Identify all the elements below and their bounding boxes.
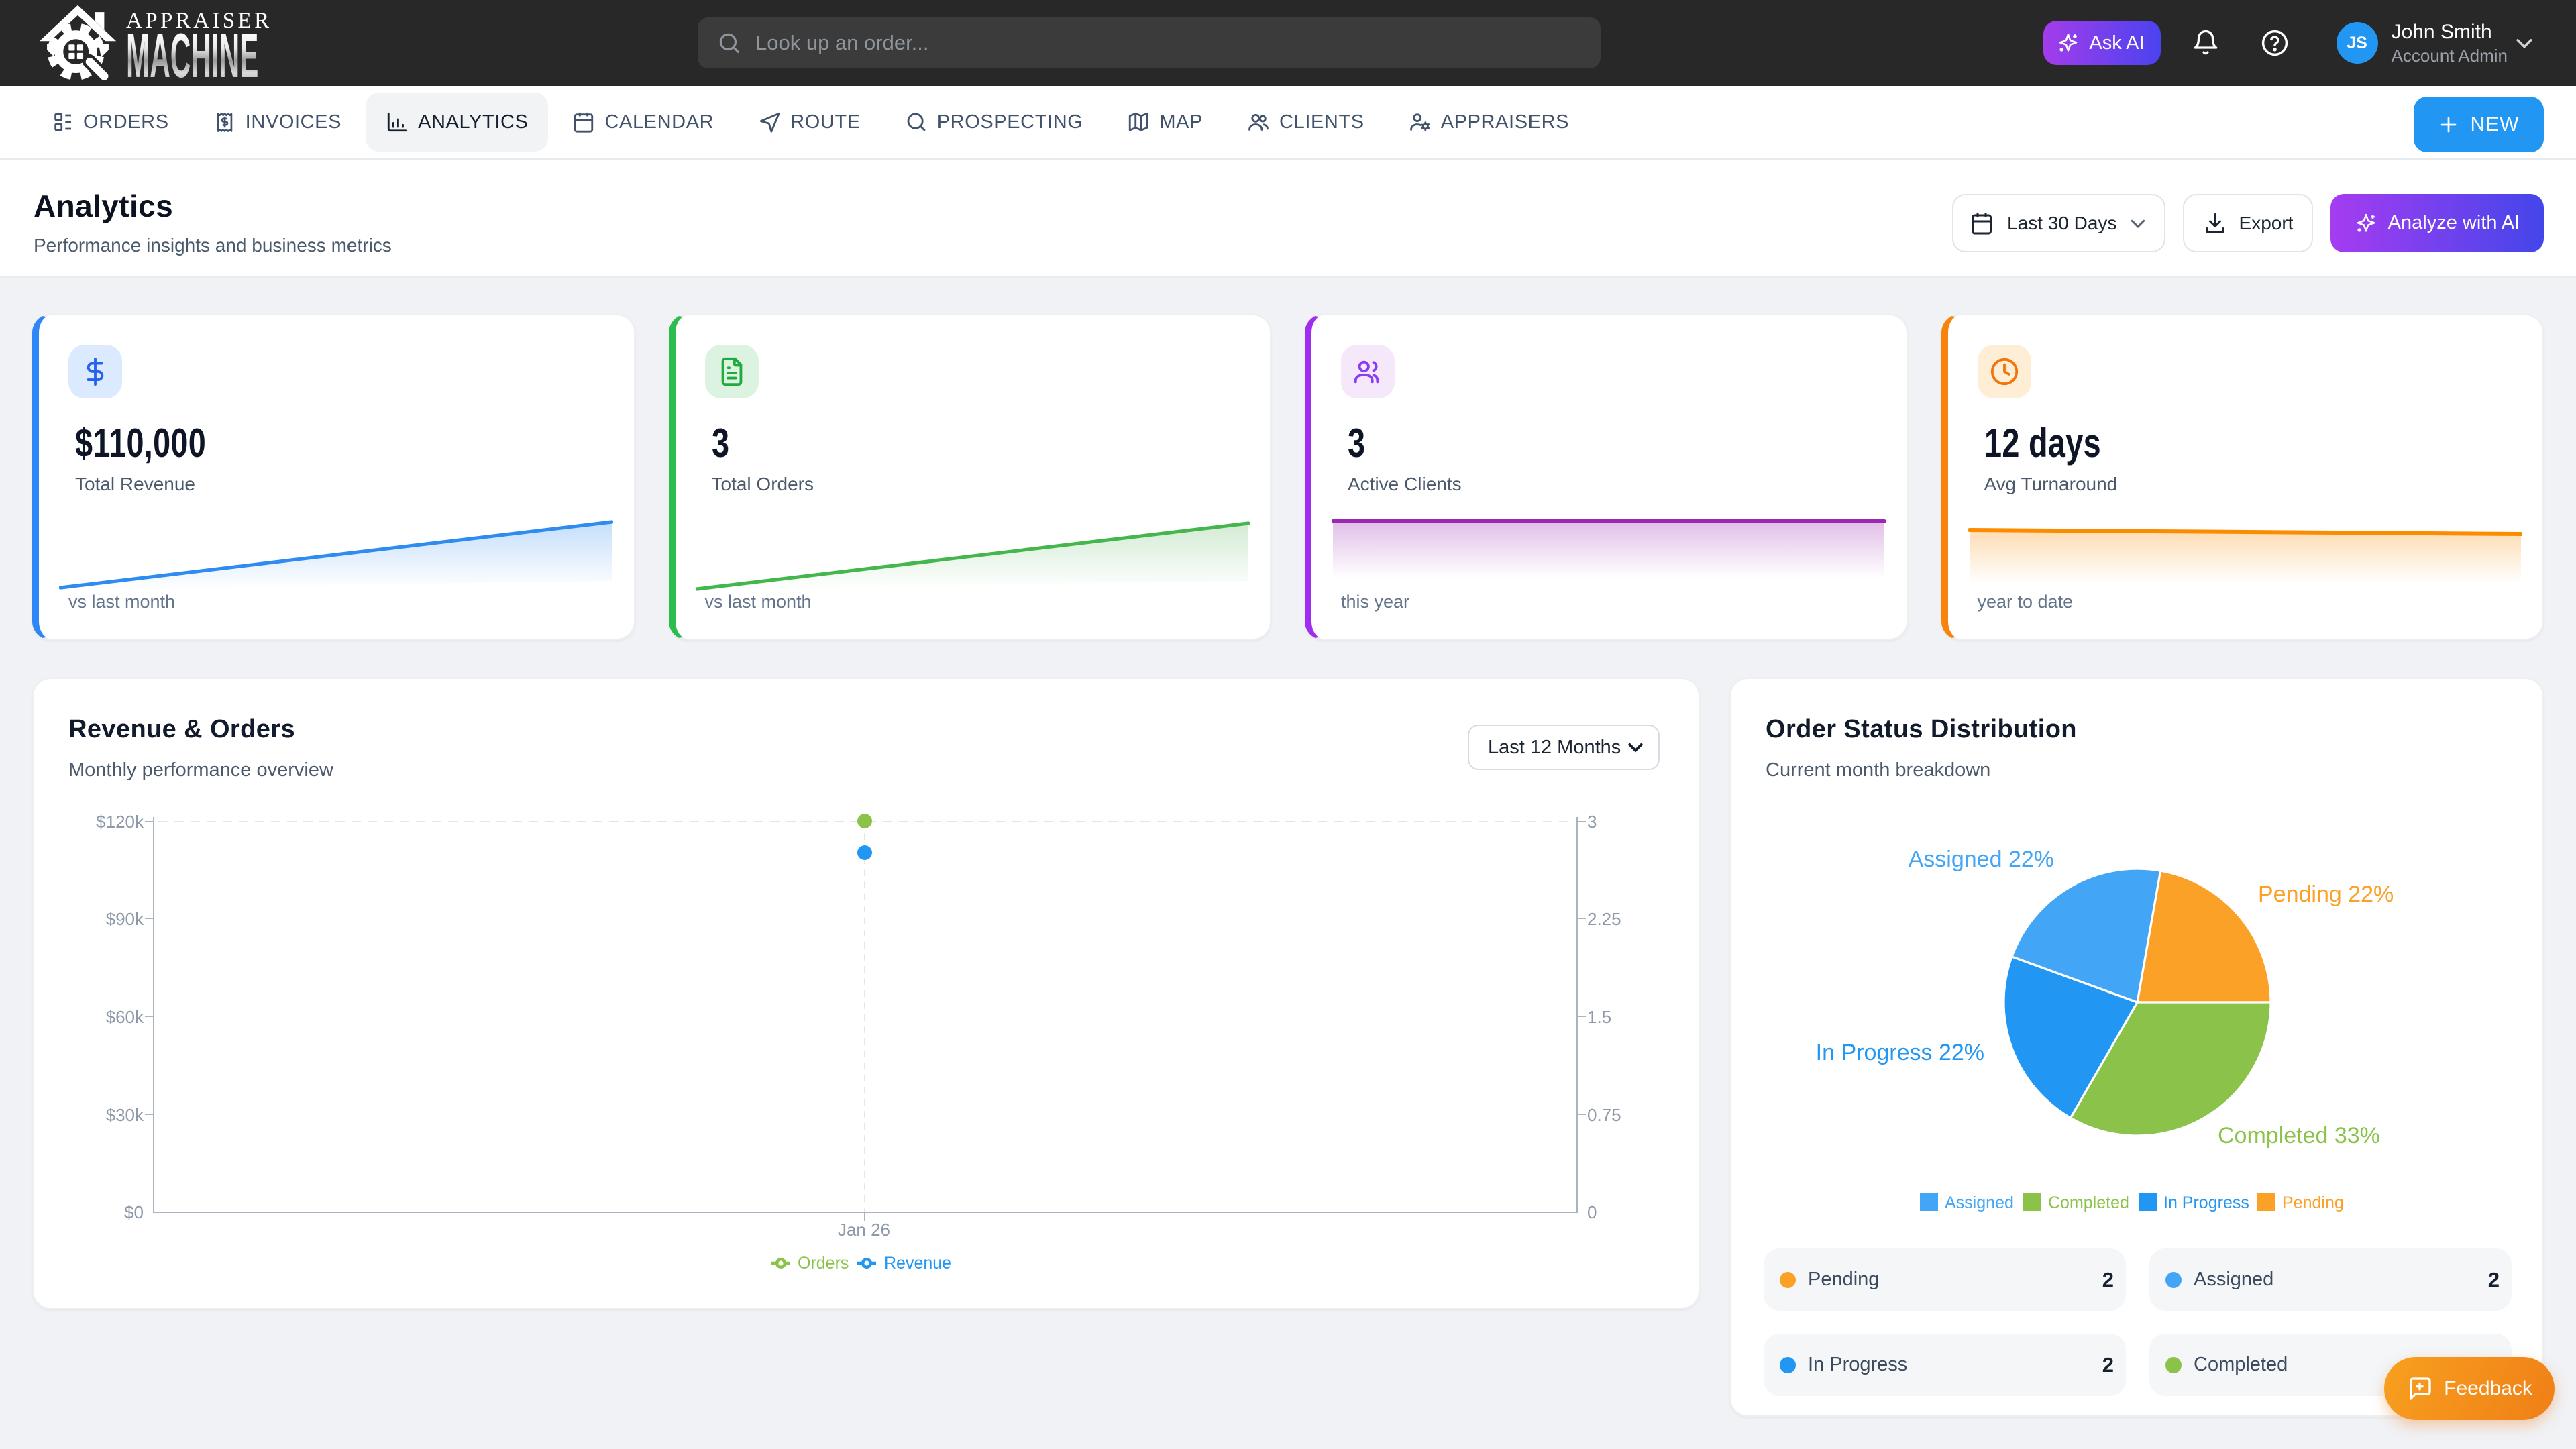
svg-text:2.25: 2.25 [1587,909,1621,929]
svg-text:3: 3 [1587,812,1597,832]
svg-text:Jan 26: Jan 26 [838,1220,890,1240]
svg-text:Assigned 22%: Assigned 22% [1909,847,2054,872]
svg-text:Pending: Pending [2282,1193,2344,1212]
svg-text:1.5: 1.5 [1587,1007,1611,1027]
svg-text:$90k: $90k [106,909,144,929]
svg-text:Completed 33%: Completed 33% [2218,1123,2380,1148]
svg-text:In Progress 22%: In Progress 22% [1816,1040,1984,1065]
svg-text:$60k: $60k [106,1007,144,1027]
svg-text:Revenue: Revenue [884,1254,951,1273]
svg-text:Completed: Completed [2048,1193,2129,1212]
svg-text:Pending 22%: Pending 22% [2258,881,2394,907]
svg-text:$30k: $30k [106,1105,144,1125]
svg-text:0.75: 0.75 [1587,1105,1621,1125]
svg-text:$0: $0 [124,1202,144,1222]
svg-text:In Progress: In Progress [2163,1193,2249,1212]
svg-text:$120k: $120k [96,812,144,832]
svg-text:Orders: Orders [798,1254,849,1273]
svg-text:0: 0 [1587,1202,1597,1222]
svg-text:Assigned: Assigned [1945,1193,2014,1212]
